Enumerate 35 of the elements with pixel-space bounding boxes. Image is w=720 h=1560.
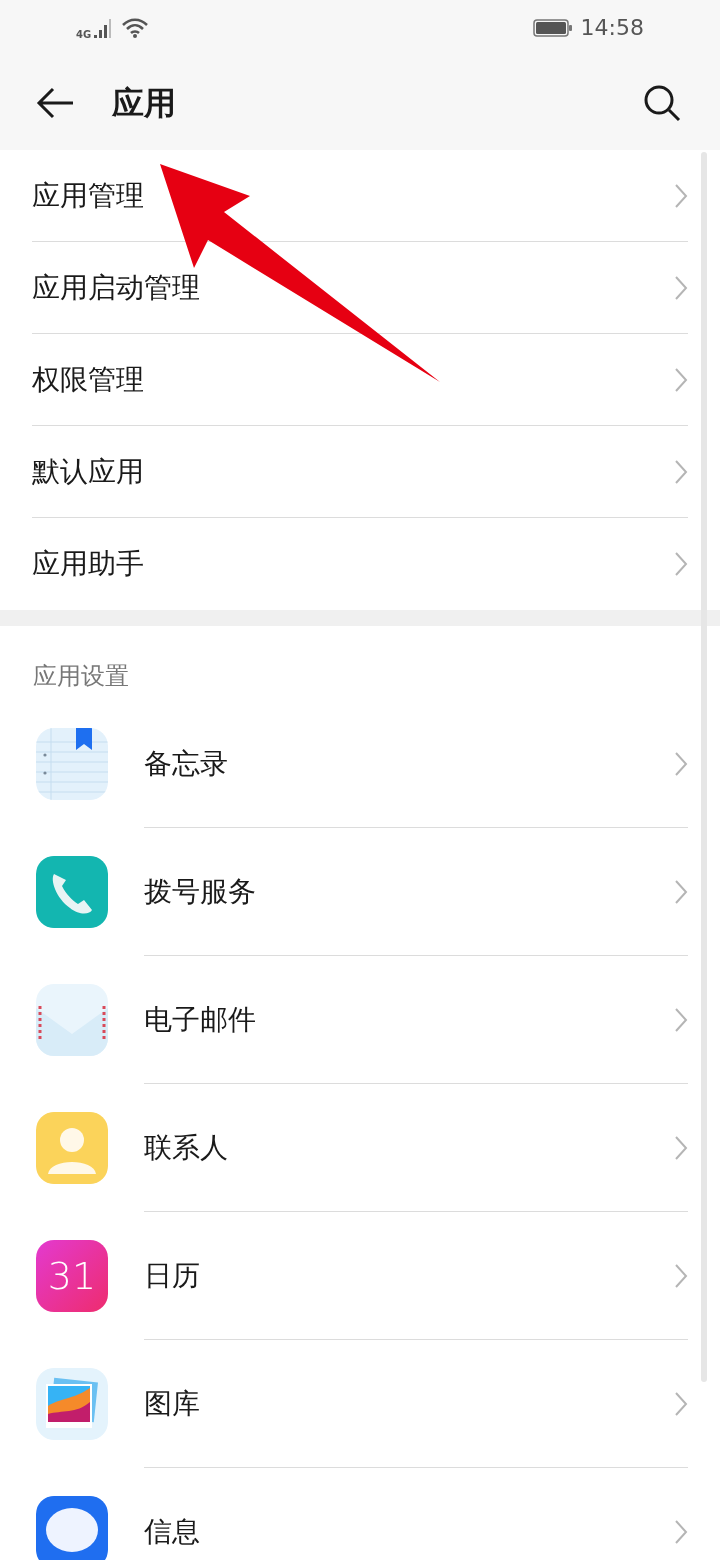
clock: 14:58 xyxy=(580,17,644,39)
signal-icon xyxy=(93,17,114,39)
app-item[interactable]: 备忘录 xyxy=(36,700,688,828)
chevron-icon xyxy=(674,551,688,577)
wifi-icon xyxy=(121,16,150,40)
envelope-icon xyxy=(36,984,108,1056)
menu-item[interactable]: 默认应用 xyxy=(32,426,688,518)
chevron-icon xyxy=(674,1134,688,1161)
app-item[interactable]: 拨号服务 xyxy=(36,828,688,956)
app-item[interactable]: 联系人 xyxy=(36,1084,688,1212)
app-item[interactable]: 图库 xyxy=(36,1340,688,1468)
message-icon xyxy=(36,1496,108,1560)
section-title: 应用设置 xyxy=(32,661,130,692)
app-item[interactable]: 电子邮件 xyxy=(36,956,688,1084)
chevron-icon xyxy=(674,1390,688,1417)
chevron-icon xyxy=(674,1519,688,1545)
chevron-icon xyxy=(674,274,688,301)
chevron-icon xyxy=(674,458,688,485)
menu-item[interactable]: 应用助手 xyxy=(32,518,688,610)
chevron-icon xyxy=(674,1006,688,1033)
phone-icon xyxy=(36,856,108,928)
chevron-icon xyxy=(674,1262,688,1289)
calendar-icon: 31 xyxy=(36,1240,108,1312)
network-label: 4G xyxy=(76,30,92,40)
app-item[interactable]: 信息 xyxy=(36,1468,688,1560)
chevron-icon xyxy=(674,182,688,209)
contact-icon xyxy=(36,1112,108,1184)
notes-icon xyxy=(36,728,108,800)
gallery-icon xyxy=(36,1368,108,1440)
app-item[interactable]: 31 日历 xyxy=(36,1212,688,1340)
page-title: 应用 xyxy=(112,83,176,124)
battery-icon xyxy=(532,18,573,38)
chevron-icon xyxy=(674,750,688,777)
chevron-icon xyxy=(674,878,688,905)
chevron-icon xyxy=(674,366,688,393)
